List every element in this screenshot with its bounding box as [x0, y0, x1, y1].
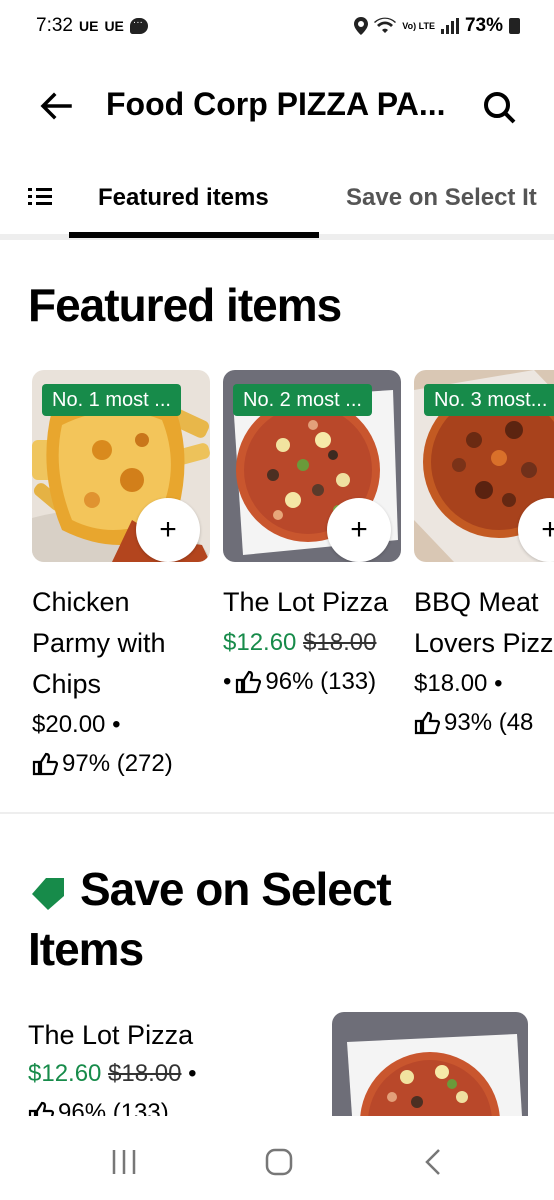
item-price: $12.60 $18.00 [223, 623, 403, 662]
status-right: Vo) LTE 73% [354, 15, 520, 37]
the-lot-pizza-image [332, 1012, 528, 1116]
featured-item-card[interactable]: No. 1 most ... + Chicken Parmy with Chip… [32, 370, 210, 777]
volte-label: Vo) LTE [402, 20, 435, 31]
item-rating: 93% (48 [414, 703, 554, 742]
item-price: $18.00 • [414, 670, 503, 697]
item-name: BBQ Meat Lovers Pizza [414, 587, 554, 658]
carrier-label: UE [78, 18, 99, 34]
featured-section-title: Featured items [28, 279, 342, 331]
item-image[interactable]: No. 2 most ... + [223, 370, 401, 562]
list-menu-icon[interactable] [26, 184, 56, 210]
rating-text: 96% (133) [58, 1099, 169, 1116]
item-name: Chicken Parmy with Chips [32, 587, 166, 699]
back-nav-icon[interactable] [414, 1142, 454, 1182]
plus-icon: + [159, 513, 177, 546]
battery-percent: 73% [464, 15, 503, 36]
original-price: $18.00 [108, 1060, 182, 1087]
item-rating: • 96% (133) [223, 662, 403, 701]
battery-icon [509, 18, 520, 34]
status-time: 7:32 [36, 15, 73, 36]
sale-price: $12.60 [223, 629, 297, 656]
rating-text: 97% (272) [62, 750, 173, 777]
rating-text: 96% (133) [265, 668, 377, 695]
thumbs-up-icon [414, 711, 440, 734]
item-name: The Lot Pizza [223, 587, 389, 617]
tab-save-on-select[interactable]: Save on Select It [346, 184, 537, 212]
add-to-cart-button[interactable]: + [136, 498, 200, 562]
thumbs-up-icon [236, 670, 262, 693]
wifi-icon [374, 17, 397, 33]
item-info: Chicken Parmy with Chips $20.00 • 97% (2… [32, 582, 212, 783]
message-icon [129, 17, 148, 34]
item-name: The Lot Pizza [28, 1020, 194, 1050]
item-info: The Lot Pizza $12.60 $18.00 • 96% (133) [223, 582, 403, 701]
save-section-title: Save on Select [80, 863, 392, 915]
active-tab-indicator [69, 232, 319, 238]
item-image[interactable]: No. 1 most ... + [32, 370, 210, 562]
category-tabs: Featured items Save on Select It [0, 170, 554, 240]
item-rating: 96% (133) [28, 1093, 328, 1116]
item-rating: 97% (272) [32, 744, 212, 783]
status-bar: 7:32 UE UE Vo) LTE 73% [0, 0, 554, 52]
bullet-separator: • [188, 1060, 197, 1087]
popularity-badge: No. 1 most ... [42, 384, 181, 416]
thumbs-up-icon [32, 752, 58, 775]
header: Food Corp PIZZA PA... [0, 72, 554, 140]
status-left: 7:32 UE UE [36, 15, 148, 37]
location-icon [354, 17, 369, 35]
tab-featured-items[interactable]: Featured items [98, 184, 269, 212]
featured-item-card[interactable]: No. 3 most... + BBQ Meat Lovers Pizza $1… [414, 370, 554, 736]
save-item-image[interactable] [332, 1012, 528, 1116]
back-arrow-icon[interactable] [36, 86, 76, 126]
featured-carousel[interactable]: No. 1 most ... + Chicken Parmy with Chip… [32, 370, 554, 790]
item-info: BBQ Meat Lovers Pizza $18.00 • 93% (48 [414, 582, 554, 742]
thumbs-up-icon [28, 1101, 54, 1116]
plus-icon: + [350, 513, 368, 546]
page-title: Food Corp PIZZA PA... [106, 86, 446, 122]
featured-item-card[interactable]: No. 2 most ... + The Lot Pizza $12.60 $1… [223, 370, 401, 695]
add-to-cart-button[interactable]: + [327, 498, 391, 562]
recent-apps-icon[interactable] [104, 1142, 144, 1182]
popularity-badge: No. 2 most ... [233, 384, 372, 416]
search-icon[interactable] [480, 88, 520, 128]
plus-icon: + [541, 513, 554, 546]
original-price: $18.00 [303, 629, 377, 656]
bullet-separator: • [223, 668, 232, 695]
rating-text: 93% (48 [444, 709, 534, 736]
item-price: $12.60 $18.00 • [28, 1054, 328, 1093]
save-item-row[interactable]: The Lot Pizza $12.60 $18.00 • 96% (133) [28, 1016, 328, 1116]
section-divider [0, 812, 554, 814]
popularity-badge: No. 3 most... [424, 384, 554, 416]
item-price: $20.00 • [32, 711, 121, 738]
price-tag-icon [32, 878, 64, 910]
item-image[interactable]: No. 3 most... + [414, 370, 554, 562]
system-nav-bar [0, 1116, 554, 1200]
home-icon[interactable] [259, 1142, 299, 1182]
carrier-label: UE [104, 18, 124, 34]
sale-price: $12.60 [28, 1060, 102, 1087]
save-section-title-cont: Items [28, 923, 144, 975]
signal-icon [440, 18, 459, 34]
